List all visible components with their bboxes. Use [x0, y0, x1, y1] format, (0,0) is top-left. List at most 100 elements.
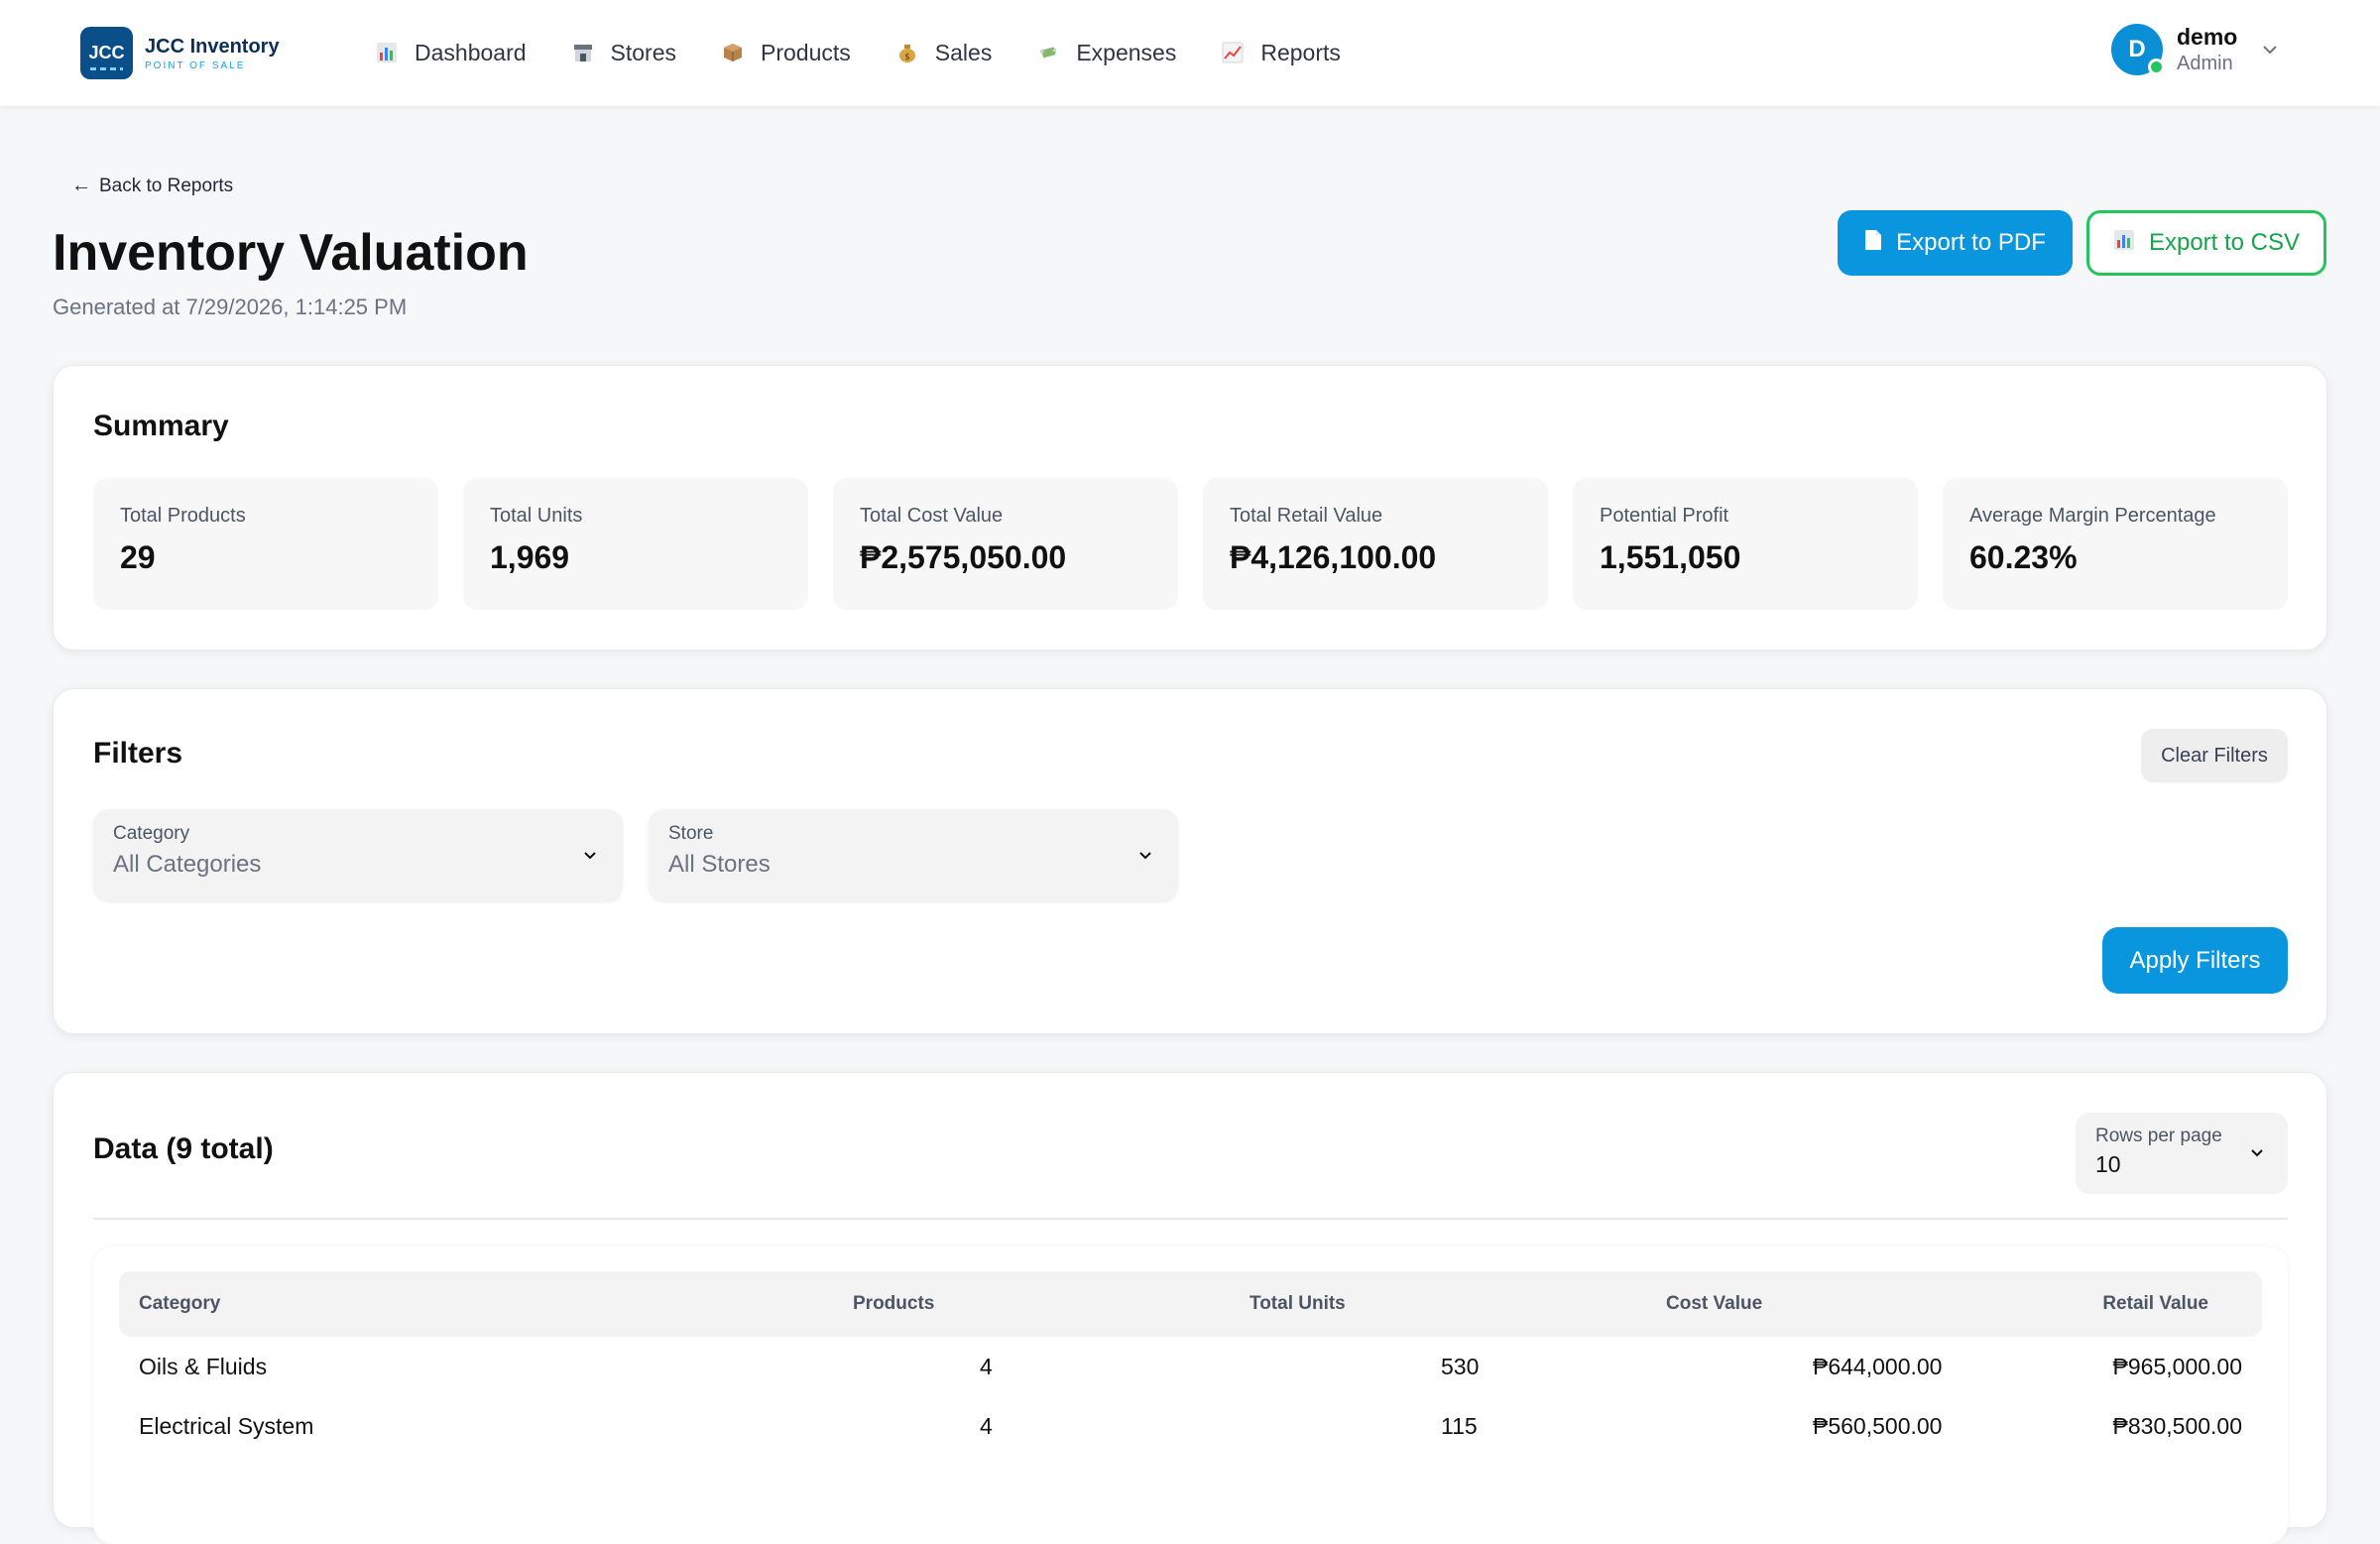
cell-products: 4 — [980, 1353, 993, 1379]
summary-title: Summary — [93, 410, 229, 442]
stat-label: Total Products — [120, 505, 246, 527]
page-title: Inventory Valuation — [53, 224, 529, 282]
table-container: Category Products Total Units Cost Value… — [93, 1247, 2288, 1544]
category-select[interactable]: Category All Categories — [93, 809, 623, 901]
store-icon — [571, 41, 595, 64]
logo-dots — [90, 67, 123, 70]
cell-cost-value: ₱644,000.00 — [1813, 1353, 1943, 1379]
store-label: Store — [668, 823, 714, 844]
rows-per-page-select[interactable]: Rows per page 10 — [2076, 1113, 2288, 1194]
nav-expenses-label: Expenses — [1076, 39, 1177, 65]
user-role: Admin — [2177, 53, 2233, 74]
table-row[interactable]: Electrical System 4 115 ₱560,500.00 ₱830… — [119, 1396, 2262, 1456]
export-pdf-label: Export to PDF — [1896, 229, 2046, 256]
export-pdf-button[interactable]: Export to PDF — [1838, 210, 2073, 276]
table-header-row: Category Products Total Units Cost Value… — [119, 1271, 2262, 1337]
stat-label: Average Margin Percentage — [1969, 505, 2216, 527]
filters-card: Filters Clear Filters Category All Categ… — [53, 688, 2327, 1034]
col-retail-value[interactable]: Retail Value — [2082, 1271, 2262, 1337]
online-status-dot — [2148, 59, 2165, 75]
summary-stats: Total Products 29 Total Units 1,969 Tota… — [93, 478, 2288, 610]
store-select[interactable]: Store All Stores — [649, 809, 1178, 901]
clear-filters-button[interactable]: Clear Filters — [2141, 729, 2288, 782]
main-menu: Dashboard Stores Products $ Sales Expens… — [375, 33, 1385, 72]
nav-products[interactable]: Products — [721, 33, 851, 72]
app-tagline: POINT OF SALE — [145, 59, 246, 71]
stat-total-products: Total Products 29 — [93, 478, 438, 610]
divider — [93, 1218, 2288, 1220]
cell-total-units: 115 — [1441, 1412, 1478, 1439]
stat-value: 1,551,050 — [1600, 539, 1741, 575]
col-cost-value[interactable]: Cost Value — [1666, 1271, 2082, 1337]
chevron-down-icon — [2251, 1149, 2263, 1157]
summary-card: Summary Total Products 29 Total Units 1,… — [53, 365, 2327, 651]
cell-category: Electrical System — [139, 1412, 314, 1439]
box-icon — [721, 41, 745, 64]
logo-mark: JCC — [80, 27, 133, 79]
data-title: Data (9 total) — [93, 1132, 274, 1165]
nav-expenses[interactable]: Expenses — [1036, 33, 1176, 72]
nav-dashboard[interactable]: Dashboard — [375, 33, 527, 72]
back-to-reports-link[interactable]: ← Back to Reports — [71, 175, 233, 197]
stat-average-margin: Average Margin Percentage 60.23% — [1943, 478, 2288, 610]
stat-value: 29 — [120, 539, 156, 575]
money-wings-icon — [1036, 41, 1060, 64]
logo-text: JCC Inventory POINT OF SALE — [145, 36, 280, 71]
export-csv-button[interactable]: Export to CSV — [2086, 210, 2326, 276]
logo-mark-text: JCC — [88, 43, 125, 62]
document-icon — [1864, 229, 1882, 257]
nav-sales[interactable]: $ Sales — [895, 33, 993, 72]
stat-label: Potential Profit — [1600, 505, 1729, 527]
apply-filters-button[interactable]: Apply Filters — [2102, 927, 2288, 994]
top-navbar: JCC JCC Inventory POINT OF SALE Dashboar… — [0, 0, 2380, 106]
trend-chart-icon — [1221, 41, 1245, 64]
cell-retail-value: ₱830,500.00 — [2112, 1412, 2242, 1439]
valuation-table: Category Products Total Units Cost Value… — [119, 1271, 2262, 1456]
cell-total-units: 530 — [1441, 1353, 1480, 1379]
rows-per-page-label: Rows per page — [2095, 1126, 2222, 1146]
col-products[interactable]: Products — [853, 1271, 1250, 1337]
app-name: JCC Inventory — [145, 35, 280, 58]
nav-dashboard-label: Dashboard — [415, 39, 527, 65]
table-row[interactable]: Oils & Fluids 4 530 ₱644,000.00 ₱965,000… — [119, 1337, 2262, 1396]
rows-per-page-value: 10 — [2095, 1151, 2121, 1177]
nav-stores[interactable]: Stores — [571, 33, 676, 72]
filters-title: Filters — [93, 737, 183, 770]
category-label: Category — [113, 823, 190, 844]
cell-retail-value: ₱965,000.00 — [2112, 1353, 2242, 1379]
svg-text:$: $ — [904, 53, 910, 62]
chevron-down-icon — [584, 852, 596, 860]
app-logo[interactable]: JCC JCC Inventory POINT OF SALE — [80, 27, 280, 79]
category-value: All Categories — [113, 851, 262, 878]
avatar-initial: D — [2128, 36, 2146, 62]
stat-value: ₱4,126,100.00 — [1230, 539, 1437, 575]
col-total-units[interactable]: Total Units — [1250, 1271, 1666, 1337]
nav-reports-label: Reports — [1260, 39, 1341, 65]
stat-label: Total Retail Value — [1230, 505, 1383, 527]
stat-value: 1,969 — [490, 539, 570, 575]
user-info: demo Admin — [2177, 24, 2237, 75]
stat-value: ₱2,575,050.00 — [860, 539, 1067, 575]
stat-value: 60.23% — [1969, 539, 2078, 575]
nav-reports[interactable]: Reports — [1221, 33, 1341, 72]
user-name: demo — [2177, 24, 2238, 50]
bar-chart-icon — [375, 41, 399, 64]
data-card: Data (9 total) Rows per page 10 Category… — [53, 1072, 2327, 1544]
chevron-down-icon[interactable] — [2259, 39, 2281, 60]
stat-label: Total Units — [490, 505, 583, 527]
nav-sales-label: Sales — [934, 39, 993, 65]
export-csv-label: Export to CSV — [2148, 229, 2301, 256]
stat-label: Total Cost Value — [860, 505, 1004, 527]
arrow-left-icon: ← — [71, 175, 91, 196]
back-label: Back to Reports — [99, 175, 234, 196]
generated-timestamp: Generated at 7/29/2026, 1:14:25 PM — [53, 295, 408, 319]
avatar: D — [2111, 24, 2165, 75]
store-value: All Stores — [668, 851, 771, 878]
user-menu[interactable]: D demo Admin — [2111, 24, 2281, 75]
nav-stores-label: Stores — [610, 39, 677, 65]
stat-total-units: Total Units 1,969 — [463, 478, 808, 610]
nav-products-label: Products — [761, 39, 851, 65]
col-category[interactable]: Category — [119, 1271, 853, 1337]
cell-products: 4 — [980, 1412, 993, 1439]
chevron-down-icon — [1139, 852, 1151, 860]
